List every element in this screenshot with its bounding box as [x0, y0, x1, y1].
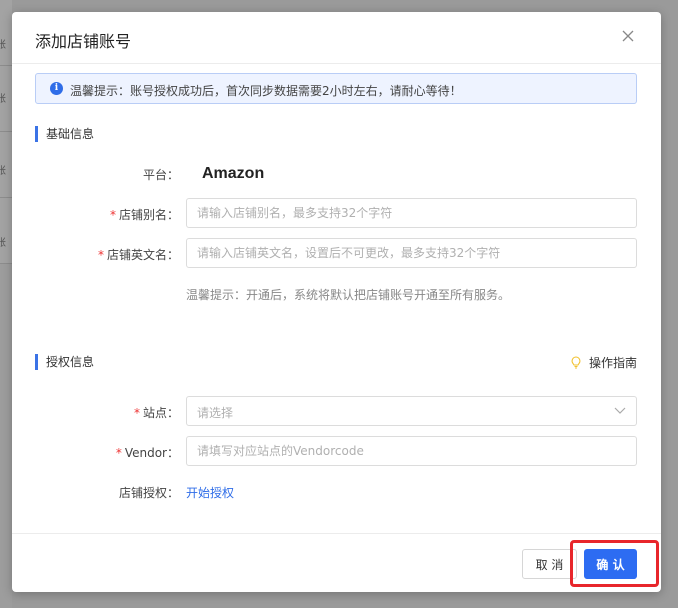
background-row: 账: [0, 0, 12, 66]
background-table-edge: 账 账 账 账: [0, 0, 12, 608]
platform-value: Amazon: [202, 165, 265, 182]
background-cell-text: 账: [0, 94, 6, 105]
cancel-button[interactable]: 取 消: [522, 549, 577, 579]
store-alias-label: * 店铺别名：: [110, 206, 179, 223]
store-english-name-label: * 店铺英文名：: [98, 246, 179, 263]
required-mark: *: [97, 248, 104, 262]
operation-guide-link[interactable]: 操作指南: [571, 354, 637, 371]
store-english-name-input[interactable]: [186, 238, 637, 268]
section-title-basic: 基础信息: [35, 126, 94, 142]
background-row: 账: [0, 66, 12, 132]
platform-label-text: 平台：: [142, 168, 179, 182]
platform-label: 平台：: [143, 166, 179, 183]
background-row: 账: [0, 132, 12, 198]
store-auth-label-text: 店铺授权：: [118, 486, 179, 500]
background-row: 账: [0, 198, 12, 264]
store-alias-input[interactable]: [186, 198, 637, 228]
vendor-label: * Vendor：: [116, 444, 179, 461]
store-alias-label-text: 店铺别名：: [118, 208, 179, 222]
store-auth-label: 店铺授权：: [119, 484, 179, 501]
info-alert: i 温馨提示：账号授权成功后，首次同步数据需要2小时左右，请耐心等待！: [35, 73, 637, 104]
start-authorization-link[interactable]: 开始授权: [186, 484, 234, 501]
dialog-title: 添加店铺账号: [35, 32, 132, 51]
required-mark: *: [133, 406, 140, 420]
dialog-footer: 取 消 确 认: [12, 533, 661, 592]
site-label-text: 站点：: [142, 406, 179, 420]
site-label: * 站点：: [134, 404, 179, 421]
add-store-account-dialog: 添加店铺账号 i 温馨提示：账号授权成功后，首次同步数据需要2小时左右，请耐心等…: [12, 12, 661, 592]
vendor-code-input[interactable]: [186, 436, 637, 466]
background-cell-text: 账: [0, 166, 6, 177]
vendor-label-text: Vendor：: [124, 446, 179, 460]
site-select-placeholder: 请选择: [197, 406, 234, 420]
info-icon: i: [50, 82, 63, 95]
lightbulb-icon: [571, 356, 581, 369]
site-select[interactable]: 请选择: [186, 396, 637, 426]
background-cell-text: 账: [0, 238, 6, 249]
operation-guide-label: 操作指南: [588, 356, 637, 370]
alert-text: 温馨提示：账号授权成功后，首次同步数据需要2小时左右，请耐心等待！: [70, 84, 462, 98]
activation-tip: 温馨提示：开通后，系统将默认把店铺账号开通至所有服务。: [186, 288, 511, 302]
confirm-button[interactable]: 确 认: [584, 549, 637, 579]
dialog-header: 添加店铺账号: [12, 12, 661, 64]
close-icon[interactable]: [621, 29, 635, 43]
required-mark: *: [115, 446, 122, 460]
background-cell-text: 账: [0, 40, 6, 51]
chevron-down-icon: [614, 407, 626, 414]
section-title-auth: 授权信息: [35, 354, 94, 370]
store-english-name-label-text: 店铺英文名：: [106, 248, 179, 262]
required-mark: *: [109, 208, 116, 222]
